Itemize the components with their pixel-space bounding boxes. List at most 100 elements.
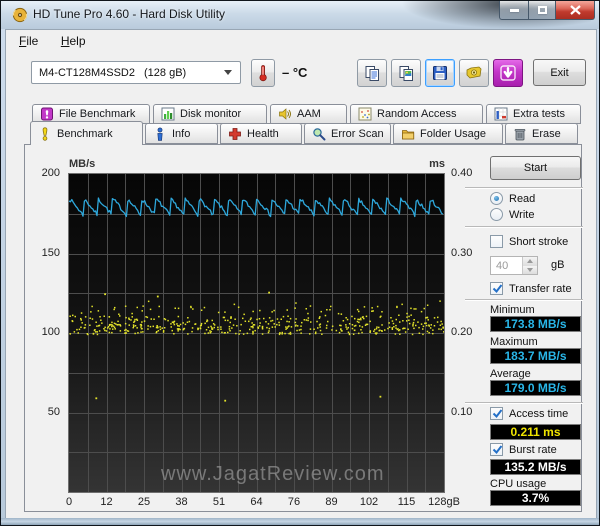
tab-erase[interactable]: Erase: [505, 123, 578, 144]
separator: [465, 187, 583, 189]
tab-benchmark[interactable]: Benchmark: [30, 121, 143, 145]
y-left-tick: 50: [47, 405, 60, 418]
download-arrow-icon: [500, 65, 516, 81]
exit-button[interactable]: Exit: [533, 59, 586, 86]
tab-label: Erase: [532, 127, 561, 140]
copy-text-button[interactable]: [357, 59, 387, 87]
tab-aam[interactable]: AAM: [270, 104, 347, 124]
close-icon: [569, 5, 581, 15]
save-button[interactable]: [425, 59, 455, 87]
access-time-checkbox[interactable]: Access time: [490, 407, 568, 420]
maximize-button[interactable]: [528, 1, 556, 20]
write-radio[interactable]: Write: [490, 208, 534, 221]
minimize-icon: [509, 8, 519, 12]
x-axis-tick: 115: [397, 496, 416, 508]
y-left-tick: 100: [41, 326, 60, 338]
tab-label: Health: [247, 127, 279, 140]
x-axis-tick: 102: [359, 496, 379, 508]
drive-selector[interactable]: M4-CT128M4SSD2 (128 gB): [31, 61, 241, 84]
checkbox-icon: [490, 235, 503, 248]
x-axis-ticks: 0 12 25 38 51 64 76 89 102 115 128gB: [66, 496, 460, 510]
copy-image-icon: [399, 65, 413, 81]
maximize-icon: [537, 6, 547, 14]
hd-tune-window: HD Tune Pro 4.60 - Hard Disk Utility Fil…: [0, 0, 600, 526]
window-bottom-frame: [1, 518, 599, 525]
tab-label: Folder Usage: [420, 127, 487, 140]
tab-label: Error Scan: [331, 127, 384, 140]
temperature-button[interactable]: [251, 59, 275, 87]
info-icon: [153, 127, 167, 141]
x-axis-tick: 76: [287, 496, 301, 508]
window-title: HD Tune Pro 4.60 - Hard Disk Utility: [33, 7, 226, 21]
update-button[interactable]: [493, 59, 523, 87]
menu-file[interactable]: File: [10, 30, 47, 52]
tab-health[interactable]: Health: [220, 123, 302, 144]
x-axis-tick: 12: [100, 496, 113, 508]
save-icon: [433, 66, 447, 80]
health-cross-icon: [228, 127, 242, 141]
tab-folder-usage[interactable]: Folder Usage: [393, 123, 503, 144]
checkbox-icon: [490, 407, 503, 420]
tab-error-scan[interactable]: Error Scan: [304, 123, 391, 144]
start-button[interactable]: Start: [490, 156, 581, 180]
benchmark-chart: [68, 173, 445, 493]
chevron-down-icon: [224, 70, 232, 75]
error-scan-magnifier-icon: [312, 127, 326, 141]
maximum-label: Maximum: [490, 336, 538, 348]
burst-rate-label: Burst rate: [509, 443, 557, 456]
tab-label: Benchmark: [57, 127, 113, 140]
burst-rate-value: 135.2 MB/s: [490, 459, 581, 475]
copy-image-button[interactable]: [391, 59, 421, 87]
tab-info[interactable]: Info: [145, 123, 218, 144]
copy-text-icon: [365, 65, 379, 81]
tab-random-access[interactable]: Random Access: [350, 104, 483, 124]
read-radio[interactable]: Read: [490, 192, 535, 205]
access-time-label: Access time: [509, 407, 569, 420]
folder-usage-icon: [401, 127, 415, 141]
screenshot-camera-icon: [466, 66, 482, 79]
tab-label: Disk monitor: [180, 108, 242, 120]
tab-extra-tests[interactable]: Extra tests: [486, 104, 581, 124]
stepper-down-icon[interactable]: [523, 265, 537, 274]
x-axis-tick: 89: [325, 496, 338, 508]
stepper-buttons[interactable]: [522, 257, 537, 274]
extra-tests-icon: [494, 107, 508, 121]
radio-icon: [490, 208, 503, 221]
aam-speaker-icon: [278, 107, 292, 121]
screenshot-button[interactable]: [459, 59, 489, 87]
y-left-tick: 200: [41, 167, 60, 179]
tab-label: Extra tests: [513, 108, 565, 120]
stepper-up-icon[interactable]: [523, 257, 537, 266]
minimum-value: 173.8 MB/s: [490, 316, 581, 332]
transfer-rate-checkbox[interactable]: Transfer rate: [490, 282, 572, 295]
drive-model: M4-CT128M4SSD2: [39, 66, 135, 79]
average-label: Average: [490, 368, 531, 380]
y-left-tick: 150: [41, 246, 60, 259]
titlebar[interactable]: HD Tune Pro 4.60 - Hard Disk Utility: [1, 1, 599, 29]
burst-rate-checkbox[interactable]: Burst rate: [490, 443, 557, 456]
minimize-button[interactable]: [499, 1, 528, 20]
x-axis-tick: 64: [250, 496, 263, 508]
app-icon: [12, 7, 28, 23]
x-axis-tick: 38: [175, 496, 188, 508]
short-stroke-checkbox[interactable]: Short stroke: [490, 235, 568, 248]
erase-trash-icon: [513, 127, 527, 141]
average-value: 179.0 MB/s: [490, 380, 581, 396]
thermometer-icon: [259, 65, 267, 82]
tab-label: AAM: [297, 108, 321, 120]
short-stroke-size-stepper[interactable]: 40: [490, 256, 538, 275]
tab-disk-monitor[interactable]: Disk monitor: [153, 104, 267, 124]
separator: [465, 226, 583, 228]
close-button[interactable]: [556, 1, 595, 20]
menu-help[interactable]: Help: [52, 30, 95, 52]
stepper-unit-label: gB: [551, 259, 565, 271]
y-right-tick: 0.30: [451, 246, 473, 259]
transfer-rate-label: Transfer rate: [509, 282, 572, 295]
drive-capacity: (128 gB): [144, 66, 187, 79]
write-label: Write: [509, 208, 535, 221]
left-axis-ticks: 200 150 100 50: [27, 145, 63, 493]
file-benchmark-icon: [40, 107, 54, 121]
separator: [465, 299, 583, 301]
right-axis-unit: ms: [429, 158, 445, 170]
menu-bar: File Help: [6, 30, 596, 54]
